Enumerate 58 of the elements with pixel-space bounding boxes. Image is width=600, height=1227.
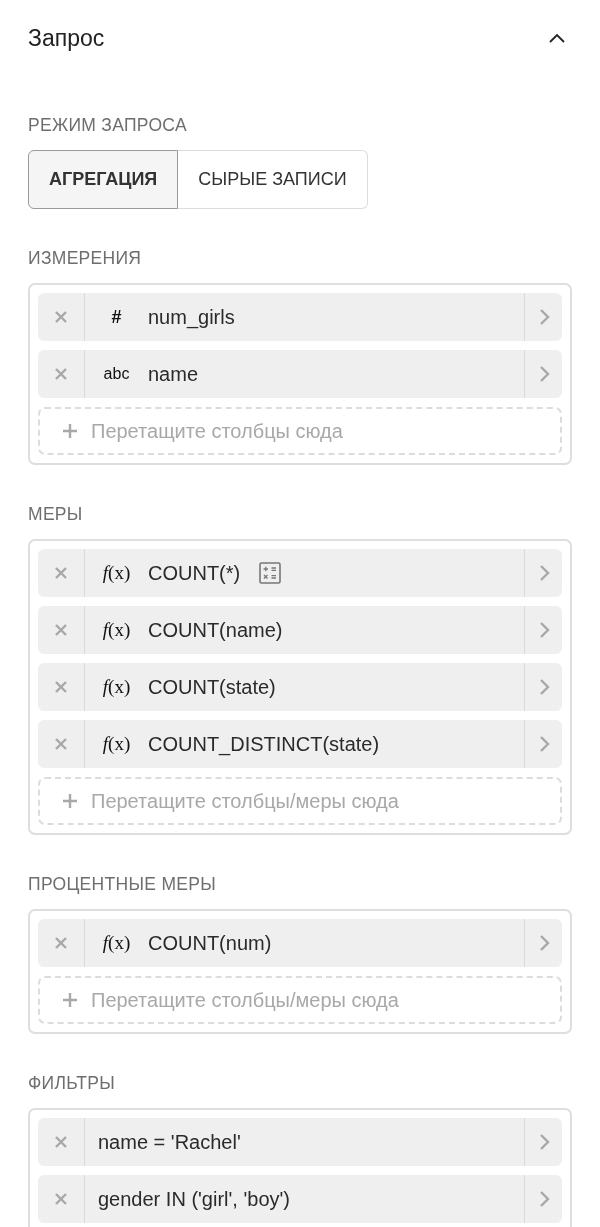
panel-title: Запрос bbox=[28, 24, 105, 52]
close-icon bbox=[54, 737, 68, 751]
plus-icon bbox=[62, 423, 78, 439]
query-item[interactable]: abc name bbox=[38, 350, 562, 398]
drop-hint: Перетащите столбцы/меры сюда bbox=[91, 789, 399, 813]
chevron-icon bbox=[537, 365, 550, 383]
type-label: # bbox=[110, 306, 123, 328]
item-text: name bbox=[148, 362, 199, 386]
chevron-icon bbox=[537, 564, 550, 582]
chevron-icon bbox=[537, 934, 550, 952]
item-text: COUNT(state) bbox=[148, 675, 276, 699]
chevron-icon bbox=[537, 1190, 550, 1208]
close-icon bbox=[54, 367, 68, 381]
query-item[interactable]: gender IN ('girl', 'boy') bbox=[38, 1175, 562, 1223]
section-label: ПРОЦЕНТНЫЕ МЕРЫ bbox=[28, 873, 217, 895]
item-text: num_girls bbox=[148, 305, 235, 329]
plus-icon bbox=[62, 793, 78, 809]
close-icon bbox=[54, 936, 68, 950]
item-text: name = 'Rachel' bbox=[98, 1130, 241, 1154]
chevron-icon bbox=[537, 735, 550, 753]
close-icon bbox=[54, 1135, 68, 1149]
plus-icon bbox=[62, 992, 78, 1008]
query-item[interactable]: f(x) COUNT(name) bbox=[38, 606, 562, 654]
item-text: gender IN ('girl', 'boy') bbox=[98, 1187, 290, 1211]
close-icon bbox=[54, 623, 68, 637]
type-label: f(x) bbox=[101, 676, 132, 698]
section-label: ИЗМЕРЕНИЯ bbox=[28, 247, 143, 269]
section-label: РЕЖИМ ЗАПРОСА bbox=[28, 114, 188, 136]
section-label: ФИЛЬТРЫ bbox=[28, 1072, 117, 1094]
query-item[interactable]: f(x) COUNT(num) bbox=[38, 919, 562, 967]
type-label: f(x) bbox=[101, 619, 132, 641]
type-label: f(x) bbox=[101, 932, 132, 954]
mode-option[interactable]: АГРЕГАЦИЯ bbox=[28, 150, 179, 209]
close-icon bbox=[54, 680, 68, 694]
type-label: f(x) bbox=[101, 562, 132, 584]
chevron-icon bbox=[537, 678, 550, 696]
item-text: COUNT_DISTINCT(state) bbox=[148, 732, 380, 756]
chevron-icon bbox=[537, 308, 550, 326]
item-text: COUNT(*) bbox=[148, 561, 241, 585]
type-label: abc bbox=[102, 365, 131, 383]
query-item[interactable]: f(x) COUNT(state) bbox=[38, 663, 562, 711]
query-item[interactable]: f(x) COUNT(*) bbox=[38, 549, 562, 597]
section-label: МЕРЫ bbox=[28, 503, 84, 525]
chevron-icon bbox=[548, 32, 566, 44]
item-text: COUNT(num) bbox=[148, 931, 272, 955]
close-icon bbox=[54, 1192, 68, 1206]
mode-option[interactable]: СЫРЫЕ ЗАПИСИ bbox=[178, 150, 368, 209]
query-item[interactable]: # num_girls bbox=[38, 293, 562, 341]
close-icon bbox=[54, 566, 68, 580]
query-item[interactable]: f(x) COUNT_DISTINCT(state) bbox=[38, 720, 562, 768]
drop-hint: Перетащите столбцы/меры сюда bbox=[91, 988, 399, 1012]
query-item[interactable]: name = 'Rachel' bbox=[38, 1118, 562, 1166]
chevron-icon bbox=[537, 1133, 550, 1151]
drop-hint: Перетащите столбцы сюда bbox=[91, 419, 343, 443]
type-label: f(x) bbox=[101, 733, 132, 755]
chevron-icon bbox=[537, 621, 550, 639]
close-icon bbox=[54, 310, 68, 324]
item-text: COUNT(name) bbox=[148, 618, 283, 642]
